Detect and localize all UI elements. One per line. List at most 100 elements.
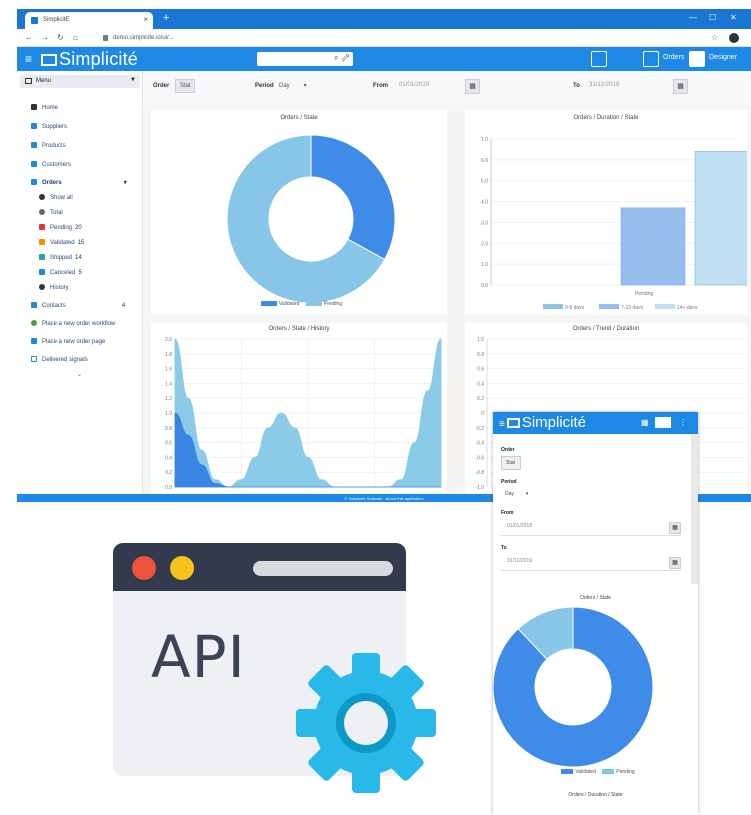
x-tick-label: Pending (635, 291, 654, 297)
y-tick-label: 1.8 (165, 352, 172, 358)
mobile-logo[interactable]: ≡ Simplicité (499, 414, 586, 431)
to-calendar-icon[interactable]: ▦ (673, 79, 688, 94)
profile-avatar[interactable] (729, 33, 739, 43)
sidebar-item-show-all[interactable]: Show all (39, 194, 73, 201)
y-tick-label: 0.6 (477, 367, 484, 373)
mobile-avatar-icon[interactable] (655, 417, 671, 428)
mobile-more-icon[interactable]: ⋮ (679, 418, 687, 427)
back-icon[interactable]: ← (25, 33, 33, 42)
y-tick-label: 0.8 (165, 426, 172, 432)
panel-orders-history: Orders / State / History 0.0 0.2 0.4 0.6 0.8… (151, 323, 447, 494)
tab-close-icon[interactable]: × (143, 15, 148, 24)
bar-7-13-days (620, 207, 686, 286)
search-input[interactable]: ⌕ ⇗ (257, 52, 353, 66)
sidebar-item-customers[interactable]: Customers (31, 161, 71, 168)
from-label: From (373, 83, 388, 89)
maximize-icon[interactable]: ☐ (709, 13, 716, 22)
mobile-scrollbar[interactable] (691, 434, 698, 584)
validated-icon (39, 239, 45, 245)
mobile-period-label: Period (501, 479, 517, 485)
mobile-screenshot: ≡ Simplicité ▦ ⋮ Order Stat Period Day ▾ F… (493, 412, 698, 815)
sidebar-item-delivered-signals[interactable]: Delivered signals (31, 356, 88, 363)
mobile-to-calendar-icon[interactable]: ▦ (669, 557, 681, 569)
sidebar-item-history[interactable]: History (39, 284, 69, 291)
sidebar-item-total[interactable]: Total (39, 209, 63, 216)
url-field[interactable]: demo.simplicite.io/ui/... (99, 32, 679, 44)
y-tick-label: 0.6 (165, 441, 172, 447)
calculator-icon[interactable] (591, 51, 607, 67)
app-header: ≡ Simplicité ⌕ ⇗ Orders Designer (17, 47, 751, 71)
mobile-from-calendar-icon[interactable]: ▦ (669, 522, 681, 534)
forward-icon[interactable]: → (41, 33, 49, 42)
header-user-name[interactable]: Orders (663, 54, 684, 61)
new-tab-button[interactable]: + (163, 12, 169, 24)
mobile-order-select[interactable]: Stat (501, 456, 521, 470)
gear-icon (296, 653, 436, 793)
header-role-name[interactable]: Designer (709, 54, 737, 61)
y-tick-label: 4.0 (481, 200, 488, 206)
workflow-icon (31, 320, 37, 326)
address-bar: ← → ↻ ⌂ demo.simplicite.io/ui/... ☆ (17, 29, 751, 47)
sidebar: Menu ▼ Home Suppliers Products Customers… (17, 71, 143, 502)
user-avatar-icon[interactable] (689, 51, 705, 67)
sidebar-item-new-order-workflow[interactable]: Place a new order workflow (31, 320, 115, 327)
sidebar-item-canceled[interactable]: Canceled 5 (39, 269, 82, 276)
page-icon (31, 338, 37, 344)
search-icon[interactable]: ⌕ ⇗ (334, 53, 349, 63)
sidebar-item-suppliers[interactable]: Suppliers (31, 123, 67, 130)
browser-tab[interactable]: SimplicitE × (25, 12, 153, 29)
minimize-icon[interactable]: — (689, 13, 697, 22)
period-select[interactable]: Day ▾ (277, 79, 317, 93)
y-tick-label: 2.0 (165, 337, 172, 343)
red-dot-icon (132, 556, 156, 580)
list-icon (39, 194, 45, 200)
hamburger-icon[interactable]: ≡ (25, 52, 32, 66)
orders-history-area: 0.0 0.2 0.4 0.6 0.8 1.0 1.2 1.4 1.6 1.8 2.0 (165, 337, 442, 491)
y-tick-label: 0.2 (477, 396, 484, 402)
home-icon[interactable]: ⌂ (73, 33, 78, 42)
from-calendar-icon[interactable]: ▦ (465, 79, 480, 94)
mobile-to-input[interactable]: 31/12/2019 (501, 553, 681, 571)
reload-icon[interactable]: ↻ (57, 33, 64, 42)
y-tick-label: 0.0 (481, 283, 488, 289)
user-badge-icon[interactable] (643, 51, 659, 67)
mobile-calculator-icon[interactable]: ▦ (641, 418, 649, 427)
sidebar-item-contacts[interactable]: Contacts 4 (31, 302, 125, 309)
sidebar-item-shipped[interactable]: Shipped 14 (39, 254, 82, 261)
donut-slice-validated (310, 134, 396, 261)
mobile-from-input[interactable]: 01/01/2019 (501, 518, 681, 536)
gear-hole (344, 701, 388, 745)
legend-swatch (599, 304, 619, 309)
legend-swatch (655, 304, 675, 309)
to-label: To (573, 83, 580, 89)
from-input[interactable]: 01/01/2019 (397, 79, 457, 93)
history-icon (39, 284, 45, 290)
y-tick-label: -0.2 (475, 426, 484, 432)
url-text: demo.simplicite.io/ui/... (113, 35, 174, 41)
sidebar-collapse-icon[interactable]: ⌄ (77, 371, 82, 378)
mobile-orders-state-donut (493, 606, 654, 768)
close-window-icon[interactable]: ✕ (730, 13, 737, 22)
legend-label: 7-13 days (621, 305, 643, 309)
sidebar-item-validated[interactable]: Validated 15 (39, 239, 84, 246)
address-pill-graphic (253, 561, 393, 576)
caret-down-icon: ▾ (123, 180, 127, 186)
legend-swatch (543, 304, 563, 309)
app-logo[interactable]: Simplicité (41, 49, 138, 70)
mobile-period-select[interactable]: Day ▾ (501, 488, 541, 502)
y-tick-label: 0.8 (477, 352, 484, 358)
y-tick-label: 7.0 (481, 137, 488, 143)
sidebar-item-new-order-page[interactable]: Place a new order page (31, 338, 105, 345)
menu-header[interactable]: Menu ▼ (20, 75, 140, 88)
to-input[interactable]: 31/12/2019 (587, 79, 647, 93)
order-select[interactable]: Stat (175, 79, 195, 93)
bookmark-star-icon[interactable]: ☆ (711, 33, 718, 42)
y-tick-label: 5.0 (481, 179, 488, 185)
sidebar-item-home[interactable]: Home (31, 104, 58, 111)
mobile-order-label: Order (501, 447, 515, 453)
sidebar-item-pending[interactable]: Pending 20 (39, 224, 82, 231)
menu-icon (25, 78, 32, 84)
sidebar-item-products[interactable]: Products (31, 142, 66, 149)
menu-label: Menu (36, 78, 52, 84)
sidebar-item-orders[interactable]: Orders ▾ (31, 179, 127, 186)
